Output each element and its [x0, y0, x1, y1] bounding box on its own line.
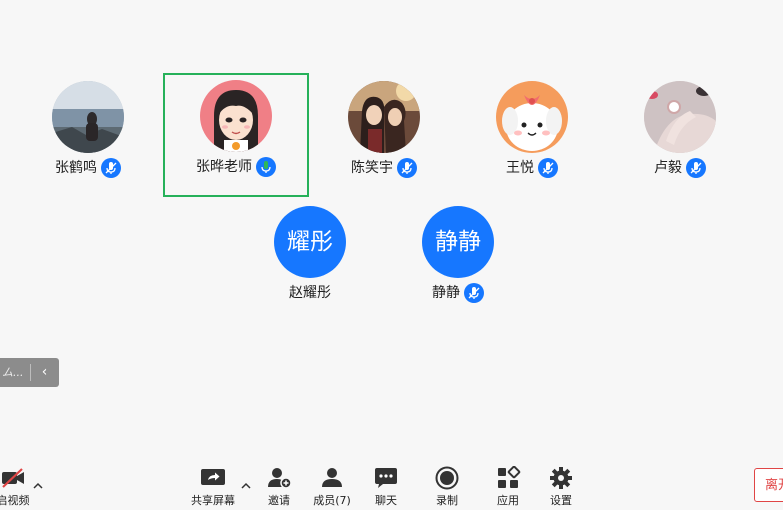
chat-label: 聊天 — [375, 494, 397, 507]
meeting-gallery: 张鹤鸣 张晔老师 陈笑宇 王悦 卢毅 耀彤 赵耀彤 静静 静静 ム... ‹ 启… — [0, 0, 783, 510]
participant-tile[interactable]: 陈笑宇 — [311, 74, 457, 198]
avatar — [200, 80, 272, 152]
chat-button[interactable]: 聊天 — [361, 466, 411, 510]
participant-name-row: 静静 — [385, 283, 531, 303]
participant-tile-active-speaker[interactable]: 张晔老师 — [163, 73, 309, 197]
avatar — [644, 81, 716, 153]
share-screen-label: 共享屏幕 — [191, 494, 235, 507]
chevron-left-icon[interactable]: ‹ — [32, 358, 57, 387]
record-icon — [434, 466, 460, 490]
participant-name: 赵耀彤 — [289, 285, 331, 301]
floating-panel-handle[interactable]: ム... ‹ — [0, 358, 59, 387]
mic-muted-icon — [538, 158, 558, 178]
participant-name-row: 陈笑宇 — [311, 158, 457, 178]
participant-name: 王悦 — [506, 160, 534, 176]
mic-muted-icon — [397, 158, 417, 178]
mic-speaking-icon — [256, 157, 276, 177]
participant-name-row: 张鹤鸣 — [15, 158, 161, 178]
members-icon — [319, 466, 345, 490]
participant-name: 张晔老师 — [196, 159, 252, 175]
participant-name-row: 赵耀彤 — [237, 283, 383, 303]
gear-icon — [548, 466, 574, 490]
record-label: 录制 — [436, 494, 458, 507]
floating-panel-label: ム... — [2, 366, 24, 379]
participant-name-row: 张晔老师 — [165, 157, 307, 177]
participant-name: 张鹤鸣 — [55, 160, 97, 176]
mic-muted-icon — [464, 283, 484, 303]
invite-button[interactable]: 邀请 — [254, 466, 304, 510]
avatar — [496, 81, 568, 153]
settings-button[interactable]: 设置 — [536, 466, 586, 510]
participant-name-row: 卢毅 — [607, 158, 753, 178]
participant-name: 卢毅 — [654, 160, 682, 176]
mic-muted-icon — [101, 158, 121, 178]
share-options-chevron-up-icon[interactable] — [240, 480, 252, 492]
share-screen-icon — [200, 466, 226, 490]
participant-tile[interactable]: 张鹤鸣 — [15, 74, 161, 198]
avatar-initials: 耀彤 — [274, 206, 346, 278]
leave-meeting-button[interactable]: 离开 — [754, 468, 783, 502]
members-label: 成员(7) — [313, 494, 351, 507]
participant-name: 陈笑宇 — [351, 160, 393, 176]
participant-tile[interactable]: 卢毅 — [607, 74, 753, 198]
apps-label: 应用 — [497, 494, 519, 507]
start-video-label: 启视频 — [0, 494, 30, 507]
avatar — [52, 81, 124, 153]
settings-label: 设置 — [550, 494, 572, 507]
participant-tile[interactable]: 王悦 — [459, 74, 605, 198]
participant-tile[interactable]: 耀彤 赵耀彤 — [237, 199, 383, 323]
participant-name-row: 王悦 — [459, 158, 605, 178]
participant-tile[interactable]: 静静 静静 — [385, 199, 531, 323]
members-button[interactable]: 成员(7) — [307, 466, 357, 510]
mic-muted-icon — [686, 158, 706, 178]
add-user-icon — [266, 466, 292, 490]
video-off-icon — [0, 466, 26, 490]
participant-name: 静静 — [432, 285, 460, 301]
video-options-chevron-up-icon[interactable] — [32, 480, 44, 492]
divider — [30, 364, 31, 381]
apps-button[interactable]: 应用 — [483, 466, 533, 510]
record-button[interactable]: 录制 — [422, 466, 472, 510]
chat-icon — [373, 466, 399, 490]
share-screen-button[interactable]: 共享屏幕 — [188, 466, 238, 510]
invite-label: 邀请 — [268, 494, 290, 507]
apps-icon — [495, 466, 521, 490]
avatar — [348, 81, 420, 153]
avatar-initials: 静静 — [422, 206, 494, 278]
